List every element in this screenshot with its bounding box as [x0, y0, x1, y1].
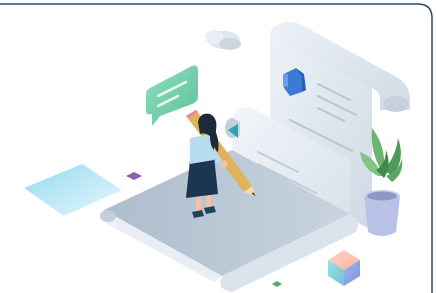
- isometric-cube-icon: [328, 250, 360, 286]
- green-diamond: [272, 281, 282, 287]
- cloud-icon: [205, 30, 241, 50]
- illustration-canvas: [0, 3, 433, 293]
- floor-tile: [24, 164, 122, 216]
- illustration-frame: [0, 0, 436, 293]
- purple-diamond: [126, 172, 142, 180]
